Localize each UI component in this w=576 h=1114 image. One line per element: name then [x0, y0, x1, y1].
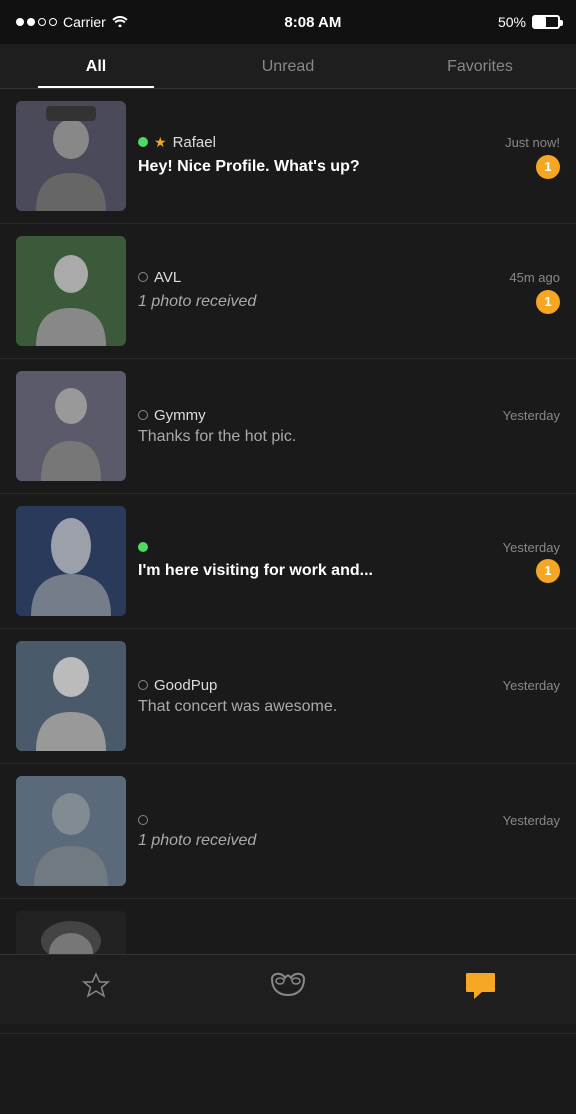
battery-info: 50% [498, 14, 560, 30]
avatar [16, 371, 126, 481]
tab-bar: All Unread Favorites [0, 44, 576, 89]
chat-nav-icon [464, 971, 496, 1008]
message-row: 1 photo received 1 [138, 290, 560, 314]
timestamp: Yesterday [503, 540, 560, 555]
timestamp: Yesterday [503, 408, 560, 423]
tab-all[interactable]: All [0, 44, 192, 88]
unread-badge: 1 [536, 290, 560, 314]
sender-info [138, 815, 503, 825]
message-header: Gymmy Yesterday [138, 407, 560, 424]
nav-browse[interactable] [192, 955, 384, 1024]
offline-indicator [138, 410, 148, 420]
list-item[interactable]: AVL 45m ago 1 photo received 1 [0, 224, 576, 359]
battery-fill [534, 17, 546, 27]
message-preview: 1 photo received [138, 293, 528, 311]
unread-badge: 1 [536, 559, 560, 583]
avatar [16, 506, 126, 616]
sender-info: AVL [138, 269, 509, 286]
battery-icon [532, 15, 560, 29]
sender-name: GoodPup [154, 677, 217, 694]
offline-indicator [138, 272, 148, 282]
offline-indicator [138, 680, 148, 690]
message-preview: I'm here visiting for work and... [138, 562, 528, 580]
message-header: ★ Rafael Just now! [138, 134, 560, 151]
sender-name: Rafael [173, 134, 216, 151]
message-content: AVL 45m ago 1 photo received 1 [138, 236, 560, 346]
bottom-nav [0, 954, 576, 1024]
timestamp: 45m ago [509, 270, 560, 285]
message-content: GoodPup Yesterday That concert was aweso… [138, 641, 560, 751]
message-header: GoodPup Yesterday [138, 677, 560, 694]
nav-messages[interactable] [384, 955, 576, 1024]
message-header: AVL 45m ago [138, 269, 560, 286]
message-content: Yesterday 1 photo received [138, 776, 560, 886]
avatar [16, 101, 126, 211]
online-indicator [138, 137, 148, 147]
list-item[interactable]: GoodPup Yesterday That concert was aweso… [0, 629, 576, 764]
wifi-icon [112, 14, 128, 30]
signal-dot-1 [16, 18, 24, 26]
signal-dot-2 [27, 18, 35, 26]
list-item[interactable]: ★ Rafael Just now! Hey! Nice Profile. Wh… [0, 89, 576, 224]
unread-badge: 1 [536, 155, 560, 179]
nav-favorites[interactable] [0, 955, 192, 1024]
message-list: ★ Rafael Just now! Hey! Nice Profile. Wh… [0, 89, 576, 1034]
signal-dot-3 [38, 18, 46, 26]
signal-dots [16, 18, 57, 26]
timestamp: Yesterday [503, 813, 560, 828]
message-row: 1 photo received [138, 832, 560, 850]
avatar [16, 236, 126, 346]
message-content: Yesterday I'm here visiting for work and… [138, 506, 560, 616]
message-preview: Hey! Nice Profile. What's up? [138, 158, 528, 176]
avatar [16, 641, 126, 751]
sender-info: GoodPup [138, 677, 503, 694]
message-header: Yesterday [138, 540, 560, 555]
battery-percent: 50% [498, 14, 526, 30]
sender-name: Gymmy [154, 407, 206, 424]
message-content: ★ Rafael Just now! Hey! Nice Profile. Wh… [138, 101, 560, 211]
message-header: Yesterday [138, 813, 560, 828]
message-preview: Thanks for the hot pic. [138, 428, 560, 446]
message-row: Thanks for the hot pic. [138, 428, 560, 446]
tab-unread[interactable]: Unread [192, 44, 384, 88]
online-indicator [138, 542, 148, 552]
carrier-label: Carrier [63, 14, 106, 30]
sender-info: Gymmy [138, 407, 503, 424]
signal-dot-4 [49, 18, 57, 26]
star-icon: ★ [154, 134, 167, 151]
message-preview: 1 photo received [138, 832, 560, 850]
list-item[interactable]: Yesterday 1 photo received [0, 764, 576, 899]
timestamp: Just now! [505, 135, 560, 150]
sender-info [138, 542, 503, 552]
status-bar: Carrier 8:08 AM 50% [0, 0, 576, 44]
list-item[interactable]: Gymmy Yesterday Thanks for the hot pic. [0, 359, 576, 494]
star-nav-icon [81, 972, 111, 1007]
message-row: That concert was awesome. [138, 698, 560, 716]
list-item[interactable]: Yesterday I'm here visiting for work and… [0, 494, 576, 629]
carrier-info: Carrier [16, 14, 128, 30]
mask-nav-icon [270, 971, 306, 1008]
message-content: Gymmy Yesterday Thanks for the hot pic. [138, 371, 560, 481]
message-preview: That concert was awesome. [138, 698, 560, 716]
sender-name: AVL [154, 269, 181, 286]
message-row: Hey! Nice Profile. What's up? 1 [138, 155, 560, 179]
avatar [16, 776, 126, 886]
tab-favorites[interactable]: Favorites [384, 44, 576, 88]
timestamp: Yesterday [503, 678, 560, 693]
message-row: I'm here visiting for work and... 1 [138, 559, 560, 583]
offline-indicator [138, 815, 148, 825]
clock: 8:08 AM [284, 14, 341, 31]
sender-info: ★ Rafael [138, 134, 505, 151]
